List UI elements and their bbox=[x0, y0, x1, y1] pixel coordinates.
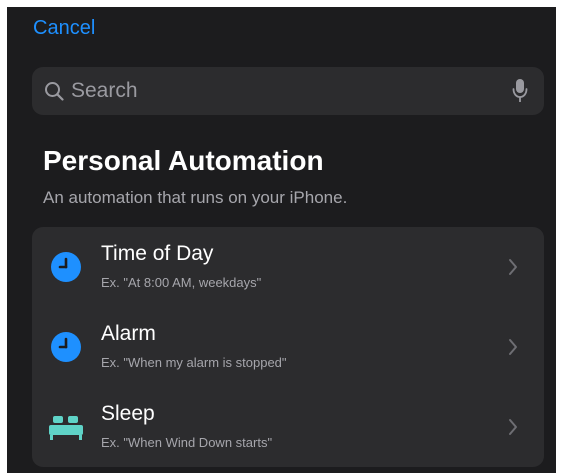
section-subtitle: An automation that runs on your iPhone. bbox=[43, 188, 348, 207]
chevron-right-icon bbox=[509, 259, 517, 275]
trigger-title: Sleep bbox=[101, 402, 155, 425]
trigger-list: Time of Day Ex. "At 8:00 AM, weekdays" A… bbox=[32, 227, 544, 467]
trigger-title: Alarm bbox=[101, 322, 156, 345]
trigger-row-time-of-day[interactable]: Time of Day Ex. "At 8:00 AM, weekdays" bbox=[32, 227, 544, 307]
trigger-example: Ex. "When Wind Down starts" bbox=[101, 435, 273, 450]
trigger-example: Ex. "At 8:00 AM, weekdays" bbox=[101, 275, 262, 290]
cancel-button[interactable]: Cancel bbox=[33, 17, 95, 40]
trigger-title: Time of Day bbox=[101, 242, 214, 265]
search-bar[interactable] bbox=[32, 67, 544, 115]
search-icon bbox=[43, 80, 65, 102]
trigger-example: Ex. "When my alarm is stopped" bbox=[101, 355, 287, 370]
trigger-row-sleep[interactable]: Sleep Ex. "When Wind Down starts" bbox=[32, 387, 544, 467]
bed-icon bbox=[48, 409, 84, 445]
microphone-icon[interactable] bbox=[509, 77, 531, 105]
chevron-right-icon bbox=[509, 419, 517, 435]
clock-icon bbox=[48, 249, 84, 285]
section-title: Personal Automation bbox=[43, 145, 324, 176]
trigger-row-alarm[interactable]: Alarm Ex. "When my alarm is stopped" bbox=[32, 307, 544, 387]
search-input[interactable] bbox=[71, 79, 509, 103]
automation-screen: Cancel Personal Automation An automation… bbox=[7, 7, 556, 473]
alarm-clock-icon bbox=[48, 329, 84, 365]
chevron-right-icon bbox=[509, 339, 517, 355]
